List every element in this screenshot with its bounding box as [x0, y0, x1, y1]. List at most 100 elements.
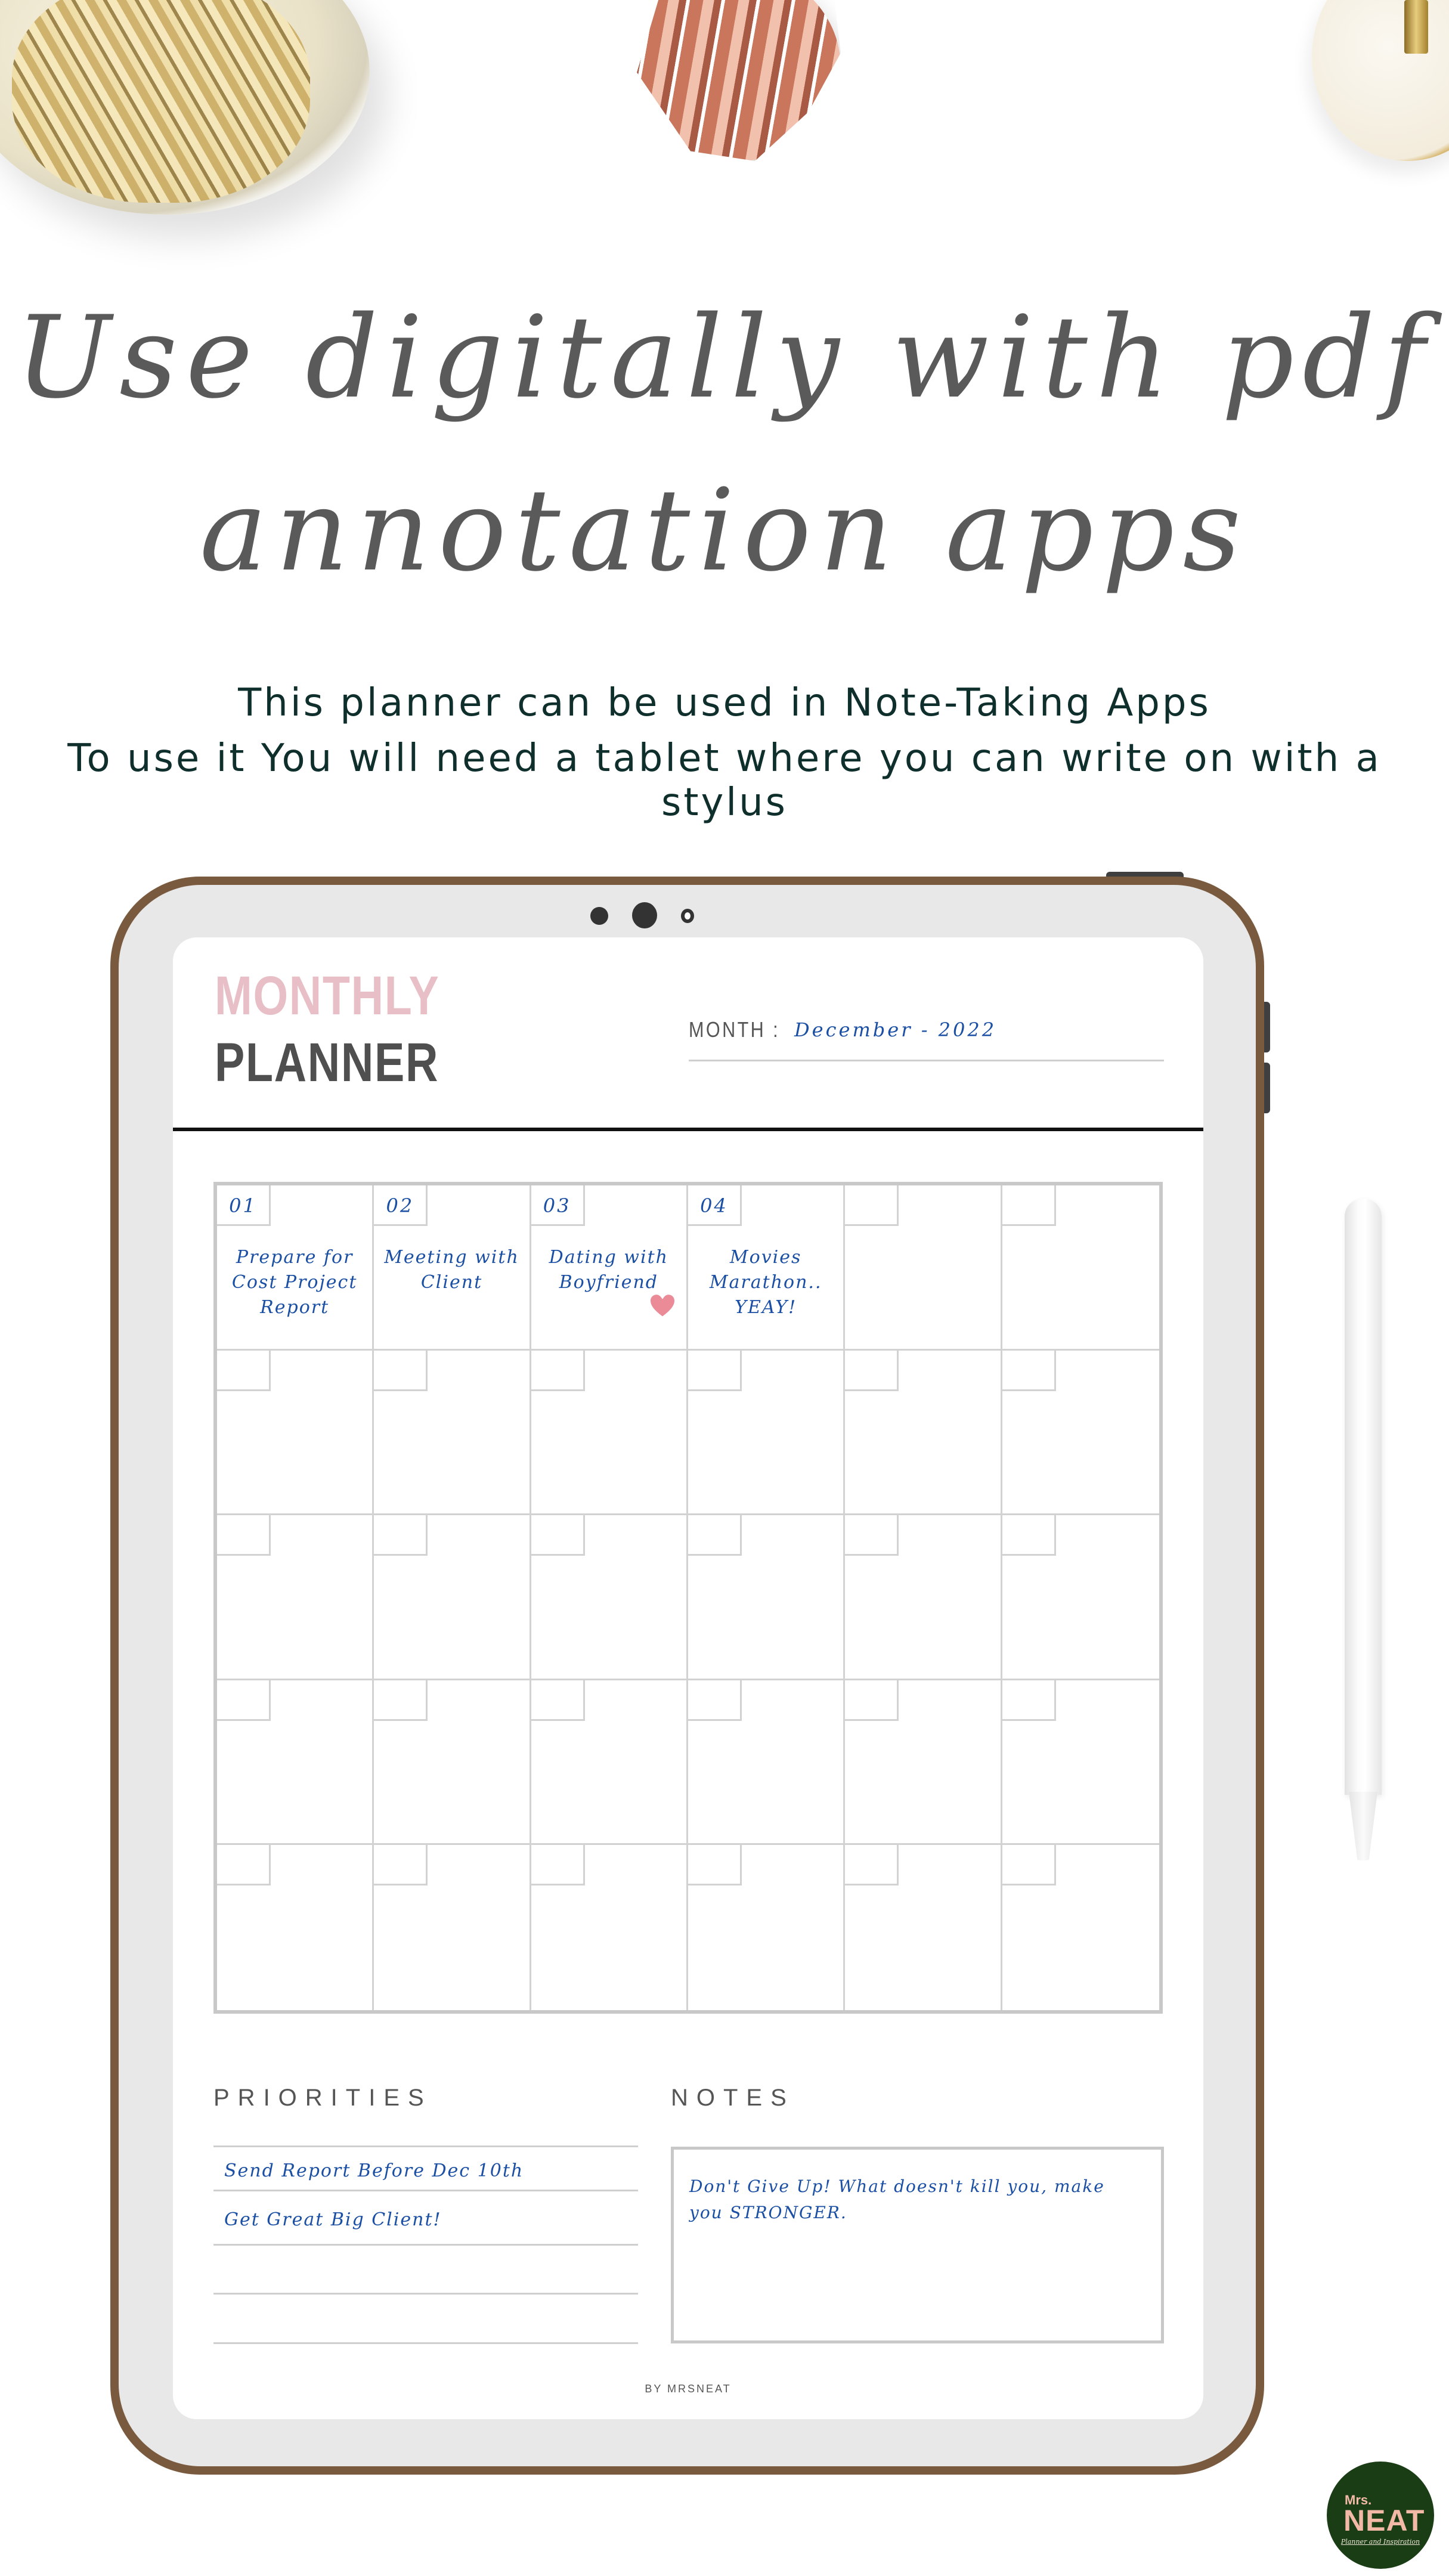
gold-binder-clips-photo: [12, 0, 310, 203]
calendar-day-cell[interactable]: [217, 1680, 374, 1846]
calendar-date-box[interactable]: [1002, 1515, 1056, 1556]
calendar-day-cell[interactable]: [688, 1680, 846, 1846]
calendar-date-box[interactable]: [845, 1845, 899, 1886]
subheadline-line-1: This planner can be used in Note-Taking …: [238, 681, 1211, 725]
calendar-day-cell[interactable]: [531, 1515, 688, 1680]
tablet-volume-up-button: [1264, 1002, 1270, 1052]
notes-text: Don't Give Up! What doesn't kill you, ma…: [689, 2176, 1105, 2222]
tablet-flash-icon: [681, 909, 694, 923]
calendar-date-box[interactable]: [1002, 1350, 1056, 1391]
calendar-day-cell[interactable]: Meeting with Client 02: [374, 1185, 531, 1351]
calendar-day-cell[interactable]: [688, 1350, 846, 1516]
calendar-date-box[interactable]: [374, 1845, 428, 1886]
calendar-day-cell[interactable]: [845, 1680, 1002, 1846]
calendar-day-cell[interactable]: [374, 1350, 531, 1516]
mrs-neat-logo: Mrs. NEAT Planner and Inspiration: [1327, 2462, 1434, 2569]
calendar-date-box[interactable]: [217, 1515, 271, 1556]
calendar-day-cell[interactable]: [845, 1185, 1002, 1351]
headline-line-1: Use digitally with pdf: [15, 292, 1434, 423]
calendar-day-cell[interactable]: [1002, 1350, 1159, 1516]
priority-line: [213, 2342, 638, 2344]
calendar-day-cell[interactable]: Prepare for Cost Project Report 01: [217, 1185, 374, 1351]
calendar-day-cell[interactable]: [374, 1680, 531, 1846]
heart-icon: [650, 1295, 674, 1317]
calendar-day-cell[interactable]: [1002, 1845, 1159, 2010]
calendar-day-cell[interactable]: Movies Marathon.. YEAY! 04: [688, 1185, 846, 1351]
calendar-date-box[interactable]: [1002, 1680, 1056, 1721]
calendar-date-box[interactable]: [688, 1845, 742, 1886]
calendar-date-box[interactable]: [845, 1185, 899, 1226]
priority-item-1[interactable]: Send Report Before Dec 10th: [224, 2160, 524, 2181]
subheadline-line-2: To use it You will need a tablet where y…: [67, 736, 1382, 825]
planner-title-planner: PLANNER: [215, 1032, 439, 1093]
calendar-date-box[interactable]: 02: [374, 1185, 428, 1226]
month-field[interactable]: December - 2022: [794, 1018, 996, 1041]
priority-item-3[interactable]: [224, 2260, 642, 2284]
calendar-day-cell[interactable]: [1002, 1185, 1159, 1351]
notes-box[interactable]: Don't Give Up! What doesn't kill you, ma…: [671, 2147, 1164, 2343]
calendar-grid: Prepare for Cost Project Report 01 Meeting…: [213, 1182, 1163, 2014]
byline: BY MRSNEAT: [645, 2383, 732, 2395]
tablet-sensor-icon: [590, 907, 608, 925]
stylus-tip: [1349, 1792, 1377, 1860]
priority-line: [213, 2244, 638, 2246]
priorities-title: PRIORITIES: [213, 2085, 432, 2111]
calendar-date-box[interactable]: 01: [217, 1185, 271, 1226]
calendar-date-box[interactable]: [845, 1680, 899, 1721]
calendar-date-box[interactable]: [374, 1350, 428, 1391]
calendar-day-cell[interactable]: [845, 1515, 1002, 1680]
calendar-day-cell[interactable]: [217, 1350, 374, 1516]
calendar-date-box[interactable]: [374, 1680, 428, 1721]
month-underline: [689, 1060, 1164, 1061]
calendar-day-cell[interactable]: [845, 1350, 1002, 1516]
calendar-date-box[interactable]: [1002, 1845, 1056, 1886]
planner-title-monthly: MONTHLY: [215, 965, 440, 1026]
calendar-date-box[interactable]: [845, 1350, 899, 1391]
calendar-day-cell[interactable]: [1002, 1515, 1159, 1680]
calendar-date-box[interactable]: [1002, 1185, 1056, 1226]
stylus-pencil: [1345, 1199, 1382, 1795]
tablet-camera-icon: [632, 902, 657, 928]
calendar-date-box[interactable]: [217, 1845, 271, 1886]
gold-clip-photo: [1404, 0, 1428, 54]
calendar-day-cell[interactable]: [688, 1515, 846, 1680]
calendar-date-box[interactable]: 03: [531, 1185, 585, 1226]
calendar-date-box[interactable]: [217, 1680, 271, 1721]
tablet-volume-down-button: [1264, 1063, 1270, 1113]
calendar-day-cell[interactable]: [374, 1845, 531, 2010]
calendar-day-cell[interactable]: [531, 1845, 688, 2010]
calendar-event-text: Dating with Boyfriend: [549, 1247, 668, 1293]
notes-title: NOTES: [671, 2085, 795, 2111]
calendar-day-cell[interactable]: [845, 1845, 1002, 2010]
calendar-date-box[interactable]: [531, 1845, 585, 1886]
calendar-day-cell[interactable]: [688, 1845, 846, 2010]
calendar-date-box[interactable]: [374, 1515, 428, 1556]
calendar-date-box[interactable]: [531, 1515, 585, 1556]
headline-line-2: annotation apps: [199, 465, 1250, 596]
marble-plate-photo: [1312, 0, 1449, 161]
calendar-event-text: Meeting with Client: [384, 1247, 519, 1293]
calendar-day-cell[interactable]: [217, 1515, 374, 1680]
calendar-date-box[interactable]: [531, 1350, 585, 1391]
calendar-day-cell[interactable]: [531, 1680, 688, 1846]
priority-line: [213, 2293, 638, 2295]
calendar-date-box[interactable]: 04: [688, 1185, 742, 1226]
logo-tagline: Planner and Inspiration: [1340, 2538, 1420, 2546]
calendar-date-box[interactable]: [688, 1515, 742, 1556]
copper-monstera-leaf-photo: [637, 0, 841, 161]
priority-item-4[interactable]: [224, 2309, 642, 2333]
calendar-date-box[interactable]: [531, 1680, 585, 1721]
calendar-day-cell[interactable]: [1002, 1680, 1159, 1846]
calendar-day-cell[interactable]: [217, 1845, 374, 2010]
calendar-day-cell[interactable]: Dating with Boyfriend 03: [531, 1185, 688, 1351]
calendar-day-cell[interactable]: [531, 1350, 688, 1516]
priority-line: [213, 2190, 638, 2191]
priority-item-2[interactable]: Get Great Big Client!: [224, 2209, 442, 2230]
calendar-day-cell[interactable]: [374, 1515, 531, 1680]
calendar-date-box[interactable]: [845, 1515, 899, 1556]
calendar-date-box[interactable]: [688, 1680, 742, 1721]
calendar-date-box[interactable]: [688, 1350, 742, 1391]
calendar-event-text: Prepare for Cost Project Report: [231, 1247, 358, 1318]
calendar-date-box[interactable]: [217, 1350, 271, 1391]
logo-neat-text: NEAT: [1343, 2504, 1425, 2537]
